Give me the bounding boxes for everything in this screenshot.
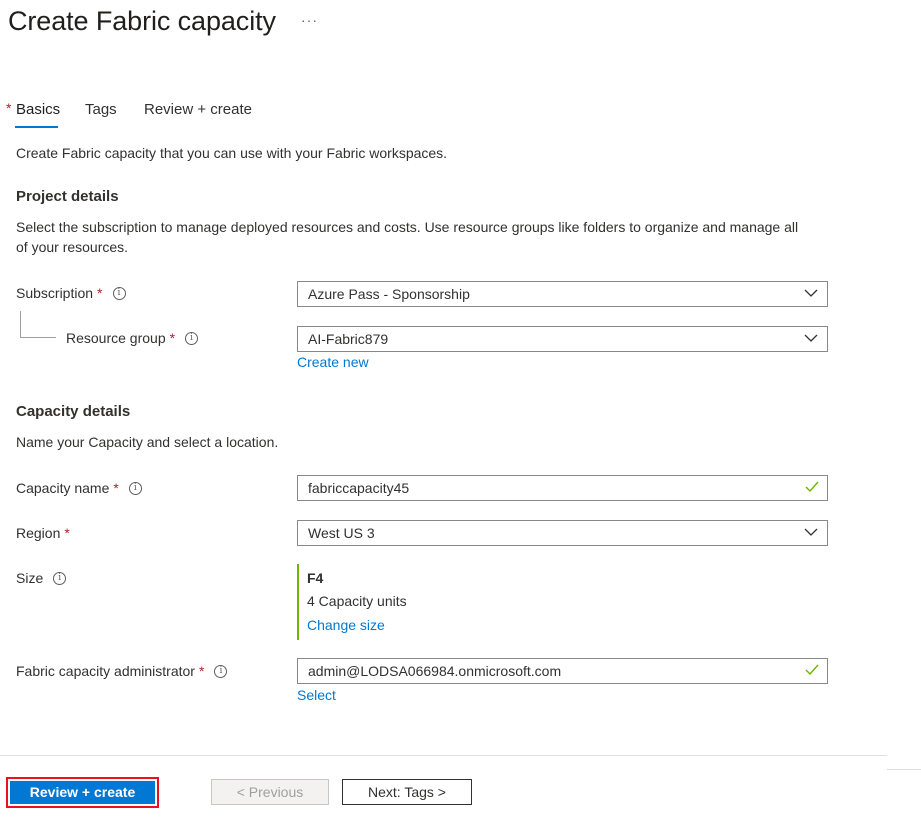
tab-review-create[interactable]: Review + create bbox=[144, 101, 252, 118]
checkmark-icon bbox=[805, 664, 819, 676]
page-title: Create Fabric capacity bbox=[8, 6, 276, 36]
capacity-name-input[interactable]: fabriccapacity45 bbox=[297, 475, 828, 501]
size-units: 4 Capacity units bbox=[307, 593, 407, 609]
subscription-label: Subscription * i bbox=[16, 285, 126, 301]
region-value: West US 3 bbox=[308, 525, 375, 541]
capacity-name-value: fabriccapacity45 bbox=[308, 480, 410, 496]
capacity-details-heading: Capacity details bbox=[16, 403, 131, 420]
required-marker: * bbox=[64, 525, 70, 541]
chevron-down-icon bbox=[804, 528, 818, 536]
size-label-text: Size bbox=[16, 570, 44, 586]
capacity-description: Name your Capacity and select a location… bbox=[16, 434, 279, 450]
size-accent-bar bbox=[297, 564, 299, 640]
tree-connector-vertical bbox=[20, 311, 21, 337]
footer-divider-right bbox=[887, 769, 921, 770]
required-marker: * bbox=[169, 330, 176, 346]
region-label-text: Region bbox=[16, 525, 61, 541]
admin-label-text: Fabric capacity administrator bbox=[16, 663, 195, 679]
region-label: Region * bbox=[16, 525, 70, 541]
project-description-line1: Select the subscription to manage deploy… bbox=[16, 219, 799, 235]
info-icon[interactable]: i bbox=[185, 331, 199, 345]
admin-value: admin@LODSA066984.onmicrosoft.com bbox=[308, 663, 562, 679]
size-sku: F4 bbox=[307, 570, 324, 586]
next-tags-button[interactable]: Next: Tags > bbox=[342, 779, 472, 805]
review-create-button[interactable]: Review + create bbox=[10, 781, 155, 804]
info-icon[interactable]: i bbox=[53, 571, 67, 585]
subscription-dropdown[interactable]: Azure Pass - Sponsorship bbox=[297, 281, 828, 307]
resource-group-label: Resource group * i bbox=[66, 330, 199, 346]
tab-active-indicator bbox=[15, 126, 58, 128]
tree-connector-horizontal bbox=[20, 337, 56, 338]
create-fabric-capacity-page: Create Fabric capacity ··· * Basics Tags… bbox=[0, 0, 921, 821]
select-admin-link[interactable]: Select bbox=[297, 687, 336, 703]
info-icon[interactable]: i bbox=[112, 286, 126, 300]
chevron-down-icon bbox=[804, 289, 818, 297]
required-marker: * bbox=[198, 663, 205, 679]
resource-group-dropdown[interactable]: AI-Fabric879 bbox=[297, 326, 828, 352]
resource-group-label-text: Resource group bbox=[66, 330, 166, 346]
more-options-icon[interactable]: ··· bbox=[301, 12, 318, 28]
tab-basics[interactable]: Basics bbox=[16, 101, 60, 118]
change-size-link[interactable]: Change size bbox=[307, 617, 385, 633]
capacity-name-label-text: Capacity name bbox=[16, 480, 110, 496]
resource-group-value: AI-Fabric879 bbox=[308, 331, 389, 347]
chevron-down-icon bbox=[804, 334, 818, 342]
subscription-value: Azure Pass - Sponsorship bbox=[308, 286, 470, 302]
tab-basics-required-marker: * bbox=[6, 100, 12, 116]
review-create-highlight: Review + create bbox=[6, 777, 159, 808]
info-icon[interactable]: i bbox=[128, 481, 142, 495]
required-marker: * bbox=[113, 480, 119, 496]
subscription-label-text: Subscription bbox=[16, 285, 94, 301]
create-new-resource-group-link[interactable]: Create new bbox=[297, 354, 369, 370]
required-marker: * bbox=[97, 285, 103, 301]
previous-button[interactable]: < Previous bbox=[211, 779, 329, 805]
project-description-line2: of your resources. bbox=[16, 239, 129, 255]
intro-text: Create Fabric capacity that you can use … bbox=[16, 145, 448, 161]
info-icon[interactable]: i bbox=[214, 664, 228, 678]
capacity-name-label: Capacity name * i bbox=[16, 480, 142, 496]
admin-input[interactable]: admin@LODSA066984.onmicrosoft.com bbox=[297, 658, 828, 684]
region-dropdown[interactable]: West US 3 bbox=[297, 520, 828, 546]
footer-divider bbox=[0, 755, 887, 756]
size-label: Size i bbox=[16, 570, 67, 586]
checkmark-icon bbox=[805, 481, 819, 493]
project-details-heading: Project details bbox=[16, 188, 119, 205]
admin-label: Fabric capacity administrator * i bbox=[16, 663, 228, 679]
tab-tags[interactable]: Tags bbox=[85, 101, 117, 118]
